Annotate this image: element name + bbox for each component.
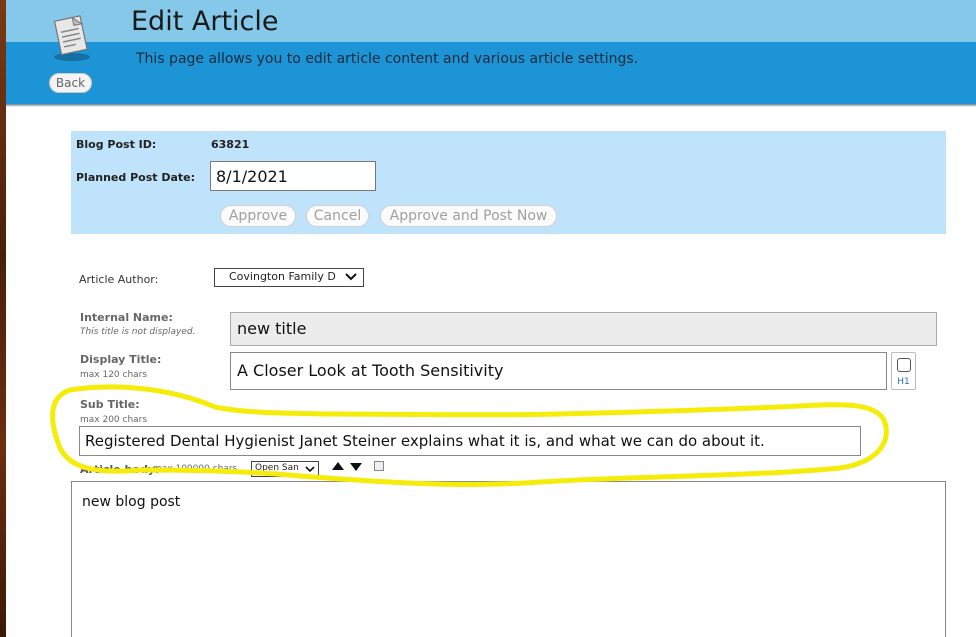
chevron-down-icon (344, 271, 358, 283)
approve-button[interactable]: Approve (220, 205, 296, 227)
author-select-value: Covington Family D (229, 270, 336, 283)
post-id-value: 63821 (211, 138, 250, 151)
author-select[interactable]: Covington Family D (214, 268, 364, 287)
display-title-label: Display Title: (80, 353, 162, 366)
document-icon (50, 12, 94, 62)
subtitle-field[interactable]: Registered Dental Hygienist Janet Steine… (79, 426, 861, 456)
chevron-down-icon (305, 464, 315, 474)
post-id-label: Blog Post ID: (76, 138, 157, 151)
article-body-label: Article body: (80, 463, 160, 476)
font-size-down-icon[interactable] (350, 463, 362, 471)
font-select-value: Open San (255, 463, 299, 473)
internal-name-note: This title is not displayed. (80, 327, 196, 337)
font-size-up-icon[interactable] (332, 462, 344, 470)
article-body-note: max 100000 chars (153, 464, 238, 474)
page-title: Edit Article (131, 6, 279, 37)
planned-date-input[interactable]: 8/1/2021 (210, 161, 376, 191)
display-title-note: max 120 chars (80, 370, 148, 380)
internal-name-field[interactable]: new title (230, 312, 937, 346)
internal-name-label: Internal Name: (80, 311, 173, 324)
h1-checkbox[interactable] (897, 358, 911, 372)
cancel-button[interactable]: Cancel (306, 205, 369, 227)
header-shadow (6, 104, 976, 107)
subtitle-note: max 200 chars (80, 415, 148, 425)
h1-toggle[interactable]: H1 (891, 352, 916, 390)
planned-date-label: Planned Post Date: (76, 171, 196, 184)
format-toggle[interactable] (374, 461, 384, 471)
font-select[interactable]: Open San (251, 461, 319, 477)
back-button[interactable]: Back (49, 73, 92, 93)
article-body-editor[interactable]: new blog post (71, 481, 946, 637)
h1-label: H1 (897, 377, 910, 387)
display-title-field[interactable]: A Closer Look at Tooth Sensitivity (230, 352, 887, 390)
page-description: This page allows you to edit article con… (136, 51, 639, 67)
post-settings-panel: Blog Post ID: 63821 Planned Post Date: 8… (71, 131, 946, 234)
approve-and-post-button[interactable]: Approve and Post Now (380, 205, 557, 227)
author-label: Article Author: (79, 273, 159, 286)
subtitle-label: Sub Title: (80, 398, 140, 411)
